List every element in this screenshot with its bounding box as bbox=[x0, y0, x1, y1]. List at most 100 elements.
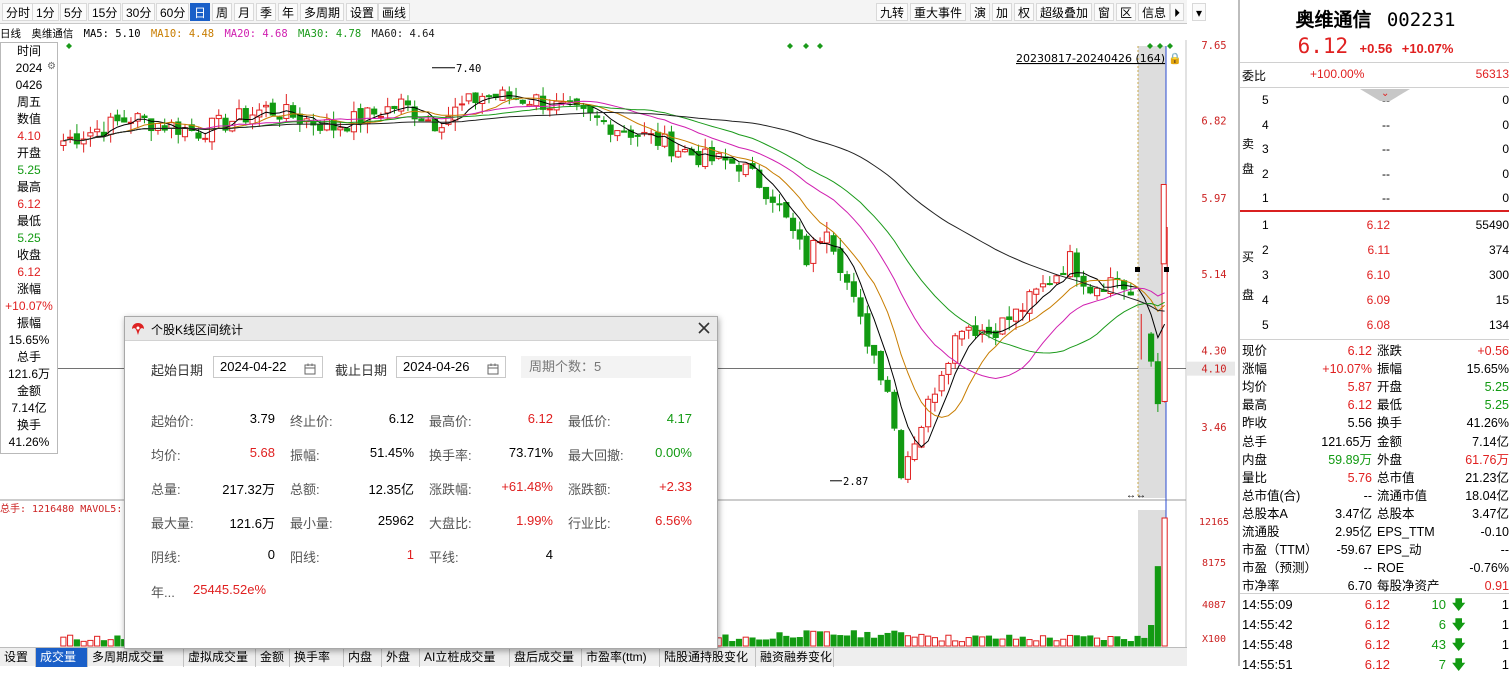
candle-body bbox=[88, 133, 93, 136]
period-button[interactable]: 日 bbox=[190, 3, 210, 21]
indicator-tab[interactable]: 换手率 bbox=[290, 648, 344, 667]
buy-level-row[interactable]: 56.08134 bbox=[1240, 315, 1509, 339]
toolbar-tool-button[interactable]: 权 bbox=[1014, 3, 1034, 21]
toolbar-tool-button[interactable]: 超级叠加 bbox=[1036, 3, 1092, 21]
toolbar-tool-button[interactable]: 演 bbox=[970, 3, 990, 21]
stat-value: 217.32万 bbox=[185, 479, 275, 498]
field-label: 开盘 bbox=[1377, 378, 1402, 396]
chevron-down-icon[interactable]: ▾ bbox=[1192, 3, 1206, 21]
end-date-input[interactable]: 2024-04-26 bbox=[396, 356, 506, 378]
candle-body bbox=[730, 159, 735, 163]
toolbar-tool-button[interactable]: 信息 bbox=[1138, 3, 1170, 21]
indicator-tab[interactable]: 多周期成交量 bbox=[88, 648, 184, 667]
candle-body bbox=[236, 109, 241, 120]
sell-level-row[interactable]: 1--0 bbox=[1240, 188, 1509, 212]
calendar-icon[interactable] bbox=[487, 361, 499, 381]
start-date-input[interactable]: 2024-04-22 bbox=[213, 356, 323, 378]
volume-bar bbox=[1108, 637, 1113, 646]
stock-name: 奥维通信 bbox=[1296, 10, 1372, 31]
indicator-tab[interactable]: 盘后成交量 bbox=[510, 648, 582, 667]
field-value: 5.25 bbox=[1485, 378, 1509, 396]
candle-body bbox=[811, 240, 816, 263]
level-volume: 300 bbox=[1489, 268, 1509, 282]
volume-bar bbox=[1007, 635, 1012, 646]
candle-body bbox=[831, 236, 836, 252]
indicator-tabs: 设置成交量多周期成交量虚拟成交量金额换手率内盘外盘AI立桩成交量盘后成交量市盈率… bbox=[0, 647, 1187, 666]
candle-body bbox=[736, 166, 741, 171]
signal-diamond-icon bbox=[803, 43, 809, 49]
field-value: 59.89万 bbox=[1300, 451, 1372, 469]
buy-level-row[interactable]: 16.1255490 bbox=[1240, 215, 1509, 239]
period-button[interactable]: 1分 bbox=[32, 3, 59, 21]
field-label: 换手 bbox=[1377, 414, 1402, 432]
period-button[interactable]: 多周期 bbox=[300, 3, 344, 21]
period-button[interactable]: 60分 bbox=[156, 3, 189, 21]
volume-bar bbox=[1074, 636, 1079, 646]
volume-bar bbox=[1020, 637, 1025, 646]
sell-level-row[interactable]: 3--0 bbox=[1240, 139, 1509, 163]
indicator-tab[interactable]: 融资融券变化 bbox=[756, 648, 834, 667]
gear-icon[interactable]: ⚙ bbox=[47, 61, 56, 72]
period-button[interactable]: 30分 bbox=[122, 3, 155, 21]
field-value: 6.12 bbox=[1300, 342, 1372, 360]
period-button[interactable]: 分时 bbox=[2, 3, 34, 21]
last-price: 6.12 bbox=[1298, 34, 1349, 58]
indicator-tab[interactable]: 金额 bbox=[256, 648, 290, 667]
candle-body bbox=[703, 149, 708, 166]
indicator-tab[interactable]: 市盈率(ttm) bbox=[582, 648, 660, 667]
candle-body bbox=[453, 107, 458, 120]
volume-bar bbox=[953, 641, 958, 646]
field-value: +0.56 bbox=[1477, 342, 1509, 360]
tick-price: 6.12 bbox=[1340, 655, 1390, 675]
price-tick-label: 3.46 bbox=[1201, 422, 1226, 434]
candle-body bbox=[655, 132, 660, 145]
info-panel-item: 金额 bbox=[1, 383, 57, 400]
buy-level-row[interactable]: 36.10300 bbox=[1240, 265, 1509, 289]
indicator-tab[interactable]: 设置 bbox=[0, 648, 36, 667]
indicator-tab[interactable]: 内盘 bbox=[344, 648, 382, 667]
quote-price-line: 6.12 +0.56 +10.07% bbox=[1240, 34, 1509, 58]
period-button[interactable]: 周 bbox=[212, 3, 232, 21]
toolbar-tool-button[interactable]: 加 bbox=[992, 3, 1012, 21]
candle-body bbox=[601, 121, 606, 122]
level-volume: 55490 bbox=[1476, 218, 1509, 232]
close-icon[interactable] bbox=[695, 319, 713, 337]
quote-field-row: 市盈（预测）--ROE-0.76% bbox=[1240, 559, 1509, 577]
indicator-tab[interactable]: 虚拟成交量 bbox=[184, 648, 256, 667]
period-button[interactable]: 设置 bbox=[346, 3, 378, 21]
toolbar-tool-button[interactable]: 重大事件 bbox=[910, 3, 966, 21]
volume-legend: 总手: 1216480 MAVOL5: bbox=[0, 502, 122, 515]
buy-level-row[interactable]: 26.11374 bbox=[1240, 240, 1509, 264]
toolbar-tool-button[interactable]: 窗 bbox=[1094, 3, 1114, 21]
volume-bar bbox=[1034, 641, 1039, 646]
candle-body bbox=[392, 106, 397, 108]
period-button[interactable]: 季 bbox=[256, 3, 276, 21]
stat-value: +2.33 bbox=[602, 479, 692, 494]
toolbar-tool-button[interactable]: 区 bbox=[1116, 3, 1136, 21]
volume-tick-label: 12165 bbox=[1199, 517, 1229, 528]
candle-body bbox=[1047, 284, 1052, 285]
calendar-icon[interactable] bbox=[304, 361, 316, 381]
indicator-tab[interactable]: 成交量 bbox=[36, 648, 88, 667]
info-panel-item: 振幅 bbox=[1, 315, 57, 332]
period-button[interactable]: 5分 bbox=[60, 3, 87, 21]
period-button[interactable]: 画线 bbox=[378, 3, 410, 21]
toolbar-tool-button[interactable]: 九转 bbox=[876, 3, 908, 21]
candle-body bbox=[1161, 184, 1166, 263]
volume-bar bbox=[946, 635, 951, 646]
sell-level-row[interactable]: 2--0 bbox=[1240, 164, 1509, 188]
indicator-tab[interactable]: AI立桩成交量 bbox=[420, 648, 510, 667]
expand-icon[interactable]: ⏵ bbox=[1170, 3, 1184, 21]
stat-label: 平线: bbox=[429, 547, 459, 566]
app-logo-icon bbox=[131, 322, 145, 336]
buy-level-row[interactable]: 46.0915 bbox=[1240, 290, 1509, 314]
indicator-tab[interactable]: 陆股通持股变化 bbox=[660, 648, 756, 667]
quote-field-row: 最高6.12最低5.25 bbox=[1240, 396, 1509, 414]
sell-level-row[interactable]: 4--0 bbox=[1240, 115, 1509, 139]
period-button[interactable]: 15分 bbox=[88, 3, 121, 21]
volume-bar bbox=[845, 636, 850, 646]
period-button[interactable]: 年 bbox=[278, 3, 298, 21]
candle-body bbox=[155, 123, 160, 130]
period-button[interactable]: 月 bbox=[234, 3, 254, 21]
indicator-tab[interactable]: 外盘 bbox=[382, 648, 420, 667]
